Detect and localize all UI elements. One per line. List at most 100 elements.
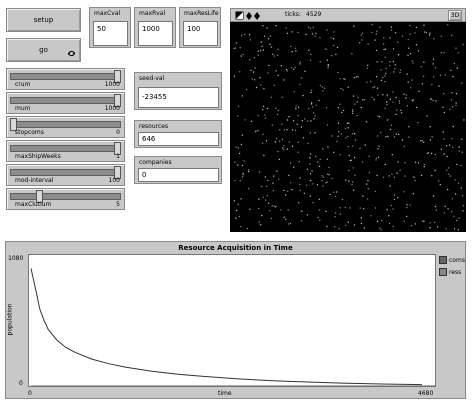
resource-agent — [296, 123, 298, 125]
slider-track[interactable] — [10, 169, 121, 176]
resource-agent — [242, 53, 244, 56]
seed-val-input[interactable]: seed-val -23455 — [134, 72, 222, 110]
resource-agent — [440, 148, 442, 150]
maxcval-field[interactable]: 50 — [93, 21, 128, 46]
plot-legend: coms ress — [439, 254, 465, 278]
resource-agent — [257, 50, 259, 52]
resource-agent — [401, 35, 404, 37]
slider-mod-interval[interactable]: mod-interval 100 — [6, 164, 125, 186]
maxreslife-input[interactable]: maxResLife 100 — [179, 7, 221, 48]
maxrval-input[interactable]: maxRval 1000 — [134, 7, 176, 48]
legend-label-ress: ress — [449, 268, 462, 276]
resource-agent — [309, 163, 311, 165]
resource-agent — [257, 54, 259, 56]
resource-agent — [285, 194, 287, 196]
resource-agent — [268, 202, 270, 204]
resource-agent — [379, 26, 381, 28]
resource-agent — [365, 121, 368, 123]
resource-agent — [319, 219, 321, 221]
resource-agent — [434, 221, 436, 224]
resource-agent — [327, 146, 329, 148]
view-toolbar: ticks: 4529 3D — [230, 8, 466, 22]
resource-agent — [266, 27, 268, 29]
resource-agent — [394, 68, 396, 70]
resource-agent — [351, 183, 353, 186]
slider-stopcoms[interactable]: stopcoms 0 — [6, 116, 125, 138]
resource-agent — [446, 169, 448, 171]
resource-agent — [431, 83, 433, 86]
y-max-label: 1080 — [8, 255, 24, 262]
resource-agent — [299, 63, 301, 65]
resource-agent — [243, 33, 246, 36]
resource-agent — [411, 79, 413, 81]
resource-agent — [325, 210, 327, 213]
resource-agent — [456, 163, 458, 166]
go-button[interactable]: go — [6, 38, 81, 62]
resource-agent — [388, 222, 391, 225]
resource-agent — [338, 228, 340, 230]
resource-agent — [241, 95, 244, 97]
slider-track[interactable] — [10, 145, 121, 152]
setup-button[interactable]: setup — [6, 8, 81, 32]
resource-agent — [388, 65, 391, 67]
resource-agent — [381, 219, 383, 222]
resource-agent — [389, 185, 391, 187]
resource-agent — [309, 27, 312, 29]
resource-agent — [344, 206, 346, 209]
resource-agent — [246, 88, 248, 91]
seed-val-field[interactable]: -23455 — [138, 87, 219, 108]
resource-agent — [337, 71, 339, 74]
resource-agent — [411, 60, 413, 62]
slider-maxshipweeks[interactable]: maxShipWeeks 1 — [6, 140, 125, 162]
resource-agent — [399, 69, 402, 71]
resource-agent — [258, 207, 260, 210]
resource-agent — [414, 179, 416, 182]
resource-agent — [397, 54, 400, 56]
resource-agent — [420, 66, 422, 68]
resource-agent — [315, 32, 317, 35]
resource-agent — [262, 49, 265, 51]
resource-agent — [457, 182, 460, 185]
3d-button[interactable]: 3D — [448, 10, 462, 21]
resource-agent — [331, 135, 333, 137]
slider-track[interactable] — [10, 121, 121, 128]
forever-icon — [68, 50, 75, 57]
resource-agent — [299, 177, 301, 179]
maxcval-input[interactable]: maxCval 50 — [89, 7, 131, 48]
slider-track[interactable] — [10, 97, 121, 104]
resource-agent — [297, 114, 299, 117]
resource-agent — [327, 63, 329, 66]
resource-agent — [442, 106, 444, 109]
resource-agent — [304, 70, 306, 72]
slider-crum[interactable]: crum 1000 — [6, 68, 125, 90]
resource-agent — [345, 179, 347, 181]
maxrval-field[interactable]: 1000 — [138, 21, 173, 46]
resource-agent — [334, 212, 337, 214]
world-view[interactable] — [230, 22, 466, 232]
resource-agent — [430, 98, 432, 100]
legend-entry-coms: coms — [439, 254, 465, 266]
resource-agent — [267, 72, 269, 74]
plot-canvas — [30, 268, 435, 387]
resource-agent — [237, 147, 239, 149]
speed-controls-icon[interactable] — [235, 11, 265, 21]
slider-maxclutium[interactable]: maxClutium 5 — [6, 188, 125, 210]
slider-track[interactable] — [10, 73, 121, 80]
resource-agent — [233, 47, 235, 50]
slider-label: mum — [15, 105, 31, 112]
resource-agent — [420, 174, 423, 177]
resource-agent — [446, 155, 448, 158]
resource-agent — [326, 181, 328, 183]
resource-agent — [329, 193, 331, 196]
resource-agent — [299, 61, 302, 63]
resource-agent — [283, 189, 285, 192]
resource-agent — [410, 87, 412, 89]
resource-agent — [375, 76, 378, 78]
resource-agent — [259, 77, 261, 79]
resource-agent — [431, 175, 433, 177]
slider-mum[interactable]: mum 1000 — [6, 92, 125, 114]
resource-agent — [361, 39, 363, 41]
maxreslife-field[interactable]: 100 — [183, 21, 218, 46]
slider-track[interactable] — [10, 193, 121, 200]
resource-agent — [260, 84, 262, 86]
